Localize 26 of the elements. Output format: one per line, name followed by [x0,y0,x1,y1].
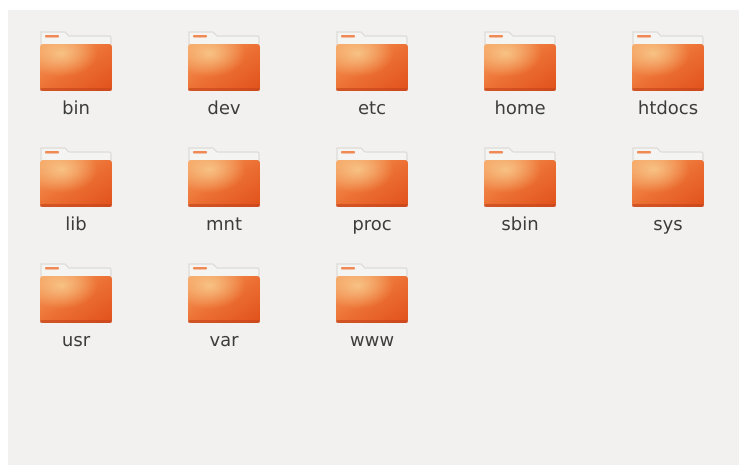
folder-name[interactable]: usr [62,328,90,354]
folder-icon [39,146,113,208]
folder-name[interactable]: www [350,328,394,354]
folder-name[interactable]: etc [358,96,386,122]
folder-name[interactable]: var [209,328,239,354]
folder-name[interactable]: htdocs [638,96,698,122]
folder-icon [187,30,261,92]
folder-icon [483,146,557,208]
folder-name[interactable]: home [494,96,546,122]
folder-icon [335,30,409,92]
folder-name[interactable]: mnt [206,212,242,238]
folder-icon [39,30,113,92]
folder-icon [187,146,261,208]
folder-name[interactable]: sbin [501,212,539,238]
folder-name[interactable]: bin [62,96,90,122]
folder-icon [483,30,557,92]
folder-name[interactable]: dev [207,96,241,122]
folder-icon [335,146,409,208]
folder-icon [187,262,261,324]
folder-icon [335,262,409,324]
folder-icon [631,30,705,92]
folder-name[interactable]: sys [653,212,683,238]
folder-icon [39,262,113,324]
folder-icon [631,146,705,208]
folder-name[interactable]: proc [352,212,392,238]
folder-name[interactable]: lib [65,212,87,238]
